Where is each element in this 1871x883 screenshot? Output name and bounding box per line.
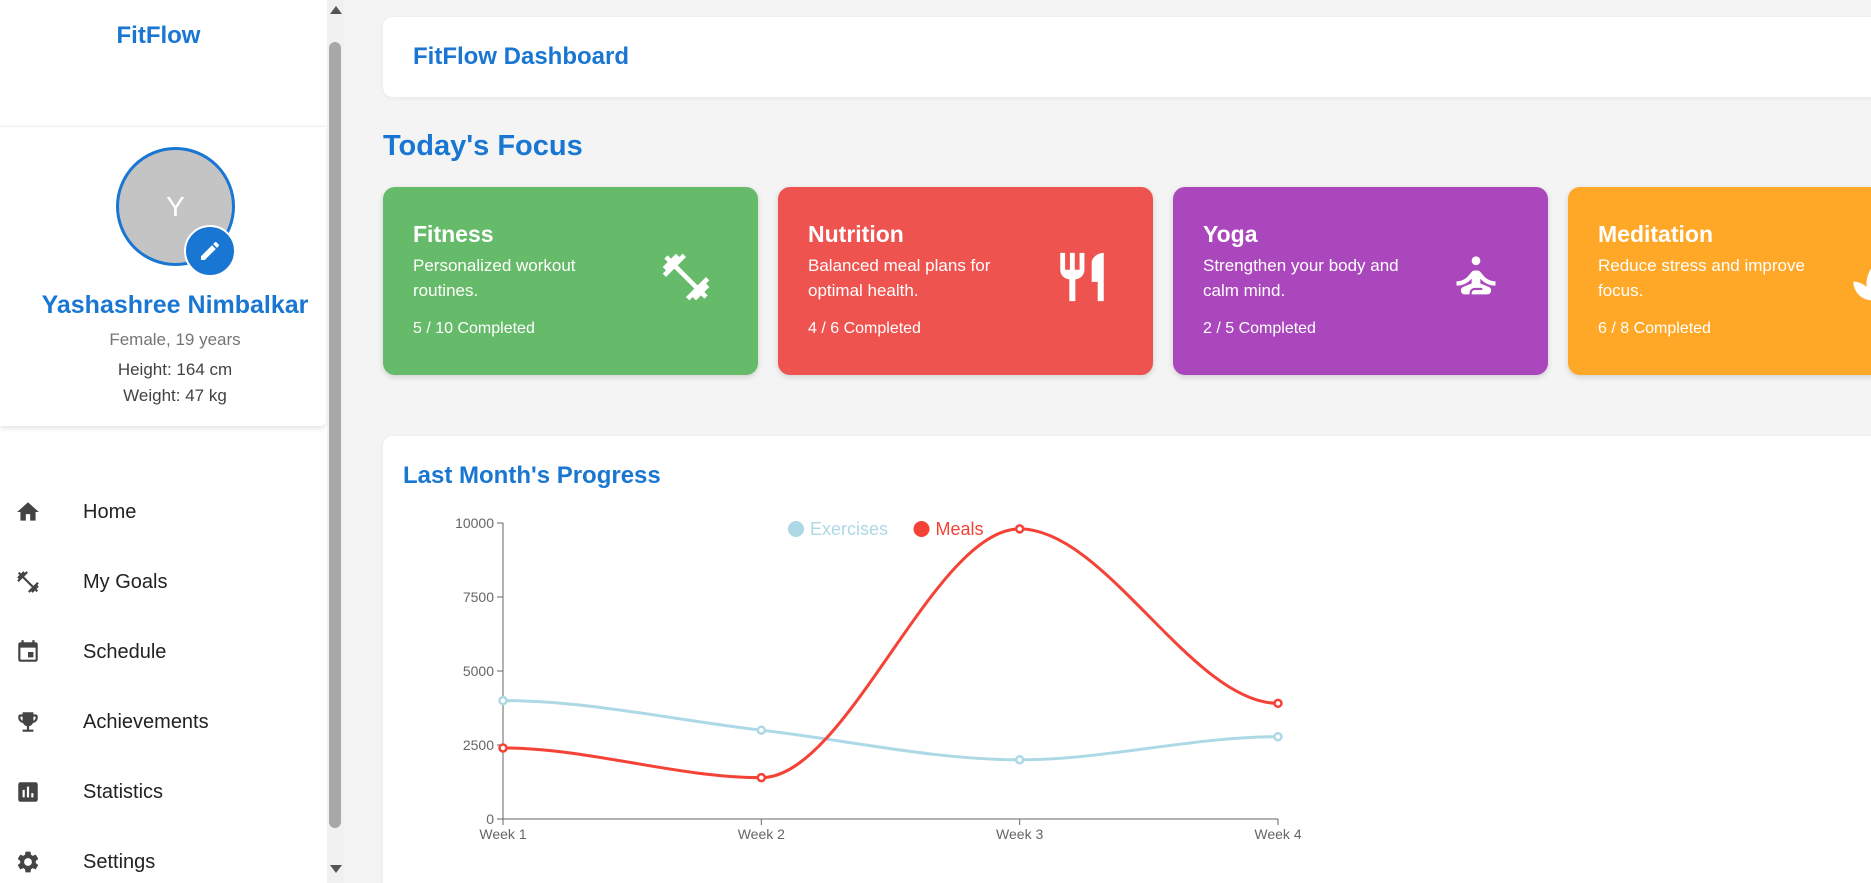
sidebar-scrollbar[interactable] (327, 0, 344, 883)
leaf-icon (1842, 247, 1871, 307)
card-title: Fitness (413, 221, 494, 247)
x-tick-label: Week 3 (996, 826, 1043, 842)
sidebar: FitFlow Y Yashashree Nimbalkar Female, 1… (0, 0, 327, 883)
trophy-icon (14, 708, 42, 736)
legend-marker (913, 521, 930, 537)
data-point (1014, 755, 1025, 765)
scroll-up-arrow-icon[interactable] (330, 6, 342, 14)
profile-card: Y Yashashree Nimbalkar Female, 19 years … (0, 126, 326, 426)
scroll-down-arrow-icon[interactable] (330, 865, 342, 873)
profile-name: Yashashree Nimbalkar (41, 291, 309, 319)
sidebar-item-label: Settings (83, 850, 156, 873)
y-tick-label: 10000 (455, 515, 494, 531)
sidebar-item-home[interactable]: Home (0, 487, 327, 537)
data-point (1273, 731, 1283, 742)
calendar-icon (14, 638, 42, 666)
sidebar-item-schedule[interactable]: Schedule (0, 627, 327, 677)
scroll-thumb[interactable] (329, 42, 341, 828)
data-point (498, 743, 508, 753)
profile-gender-age: Female, 19 years (109, 330, 241, 349)
profile-height: Height: 164 cm (117, 360, 233, 379)
dumbbell-icon (14, 568, 42, 596)
data-point (756, 725, 767, 735)
sidebar-item-label: Home (83, 500, 137, 523)
home-icon (14, 498, 42, 526)
progress-chart-panel: Last Month's Progress 0 2500 5000 7500 10000… (383, 436, 1871, 883)
brand-logo[interactable]: FitFlow (0, 22, 317, 50)
focus-card-meditation[interactable]: Meditation Reduce stress and improve foc… (1568, 187, 1871, 375)
todays-focus-heading: Today's Focus (383, 130, 583, 162)
y-tick-label: 7500 (463, 589, 494, 605)
dumbbell-icon (656, 247, 716, 307)
y-tick-label: 2500 (463, 737, 494, 753)
data-point (1273, 698, 1283, 709)
data-point (498, 695, 508, 706)
fork-knife-icon (1052, 247, 1112, 307)
avatar-initial: Y (166, 190, 185, 222)
card-title: Nutrition (808, 221, 904, 247)
x-tick-label: Week 4 (1254, 826, 1301, 842)
bar-chart-icon (14, 778, 42, 806)
series-line-meals (502, 527, 1279, 780)
card-title: Yoga (1203, 221, 1258, 247)
focus-card-nutrition[interactable]: Nutrition Balanced meal plans for optima… (778, 187, 1153, 375)
sidebar-item-statistics[interactable]: Statistics (0, 767, 327, 817)
meditation-icon (1446, 247, 1506, 307)
card-progress: 6 / 8 Completed (1598, 320, 1711, 337)
sidebar-item-label: My Goals (83, 570, 168, 593)
sidebar-item-label: Schedule (83, 640, 167, 663)
pencil-icon (201, 241, 220, 260)
sidebar-item-settings[interactable]: Settings (0, 837, 327, 883)
data-point (1014, 524, 1025, 534)
edit-profile-button[interactable] (184, 225, 236, 277)
page-title: FitFlow Dashboard (413, 43, 629, 70)
focus-card-fitness[interactable]: Fitness Personalized workout routines. 5… (383, 187, 758, 375)
series-line-exercises (502, 699, 1279, 762)
sidebar-item-label: Achievements (83, 710, 209, 733)
card-description: Reduce stress and improve focus. (1598, 256, 1805, 300)
x-tick-label: Week 1 (479, 826, 526, 842)
data-point (756, 772, 767, 783)
sidebar-item-label: Statistics (83, 780, 164, 803)
legend-label: Meals (936, 519, 984, 539)
progress-line-chart: 0 2500 5000 7500 10000 Week 1 Week 2 Week 3 Week… (455, 515, 1302, 842)
header-bar: FitFlow Dashboard (383, 17, 1871, 97)
card-progress: 5 / 10 Completed (413, 320, 535, 337)
y-tick-label: 5000 (463, 663, 494, 679)
sidebar-item-my-goals[interactable]: My Goals (0, 557, 327, 607)
card-title: Meditation (1598, 221, 1713, 247)
gear-icon (14, 848, 42, 876)
card-progress: 2 / 5 Completed (1203, 320, 1316, 337)
x-tick-label: Week 2 (738, 826, 785, 842)
card-progress: 4 / 6 Completed (808, 320, 921, 337)
focus-card-yoga[interactable]: Yoga Strengthen your body and calm mind.… (1173, 187, 1548, 375)
card-description: Balanced meal plans for optimal health. (808, 256, 991, 300)
legend-marker (788, 521, 804, 537)
card-description: Strengthen your body and calm mind. (1203, 256, 1399, 300)
card-description: Personalized workout routines. (413, 256, 576, 300)
sidebar-item-achievements[interactable]: Achievements (0, 697, 327, 747)
legend-label: Exercises (810, 519, 888, 539)
y-tick-label: 0 (486, 811, 494, 827)
profile-weight: Weight: 47 kg (123, 386, 227, 405)
